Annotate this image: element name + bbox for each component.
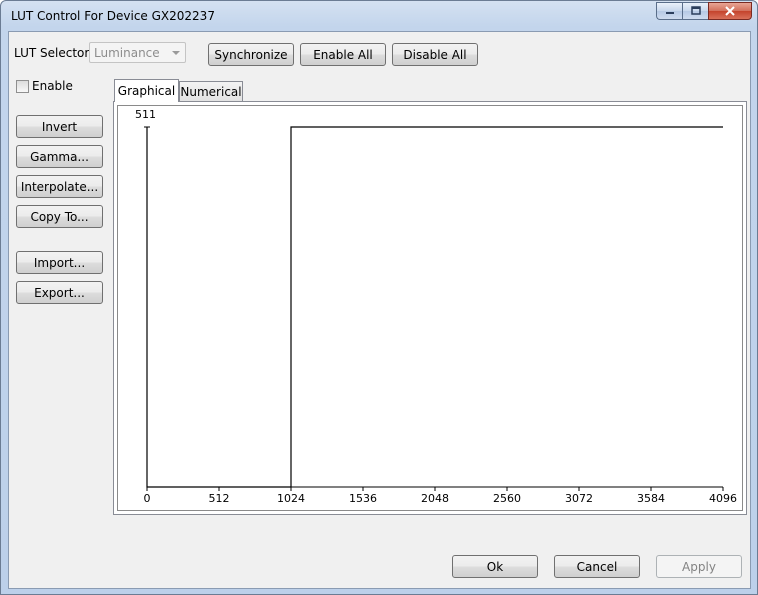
minimize-button[interactable] xyxy=(656,2,682,20)
ok-button[interactable]: Ok xyxy=(452,555,538,578)
enable-checkbox-label: Enable xyxy=(32,79,73,93)
tab-numerical[interactable]: Numerical xyxy=(179,81,243,102)
disable-all-button[interactable]: Disable All xyxy=(392,43,478,66)
caption-buttons xyxy=(656,2,752,22)
lut-selector-value: Luminance xyxy=(94,46,160,60)
interpolate-button[interactable]: Interpolate... xyxy=(16,175,103,198)
x-tick-label: 1024 xyxy=(277,492,305,505)
x-tick-label: 3072 xyxy=(565,492,593,505)
enable-all-button[interactable]: Enable All xyxy=(300,43,386,66)
x-tick-label: 4096 xyxy=(709,492,737,505)
title-bar[interactable]: LUT Control For Device GX202237 xyxy=(1,1,757,31)
invert-button[interactable]: Invert xyxy=(16,115,103,138)
close-button[interactable] xyxy=(708,2,752,20)
chevron-down-icon xyxy=(172,51,180,55)
x-tick-label: 3584 xyxy=(637,492,665,505)
x-tick-label: 1536 xyxy=(349,492,377,505)
x-tick-label: 2560 xyxy=(493,492,521,505)
maximize-button[interactable] xyxy=(682,2,708,20)
lut-chart-svg: 511 0 512 1024 1536 2048 2560 3072 3584 4096 xyxy=(135,108,737,505)
lut-series xyxy=(146,126,723,488)
lut-selector-combo[interactable]: Luminance xyxy=(89,42,186,63)
maximize-icon xyxy=(690,6,701,15)
minimize-icon xyxy=(665,12,674,14)
graphical-tab-panel: 511 0 512 1024 1536 2048 2560 3072 3584 4096 xyxy=(113,101,747,515)
window-title: LUT Control For Device GX202237 xyxy=(11,9,215,23)
synchronize-button[interactable]: Synchronize xyxy=(208,43,294,66)
apply-button[interactable]: Apply xyxy=(656,555,742,578)
y-max-tick-label: 511 xyxy=(135,108,156,121)
export-button[interactable]: Export... xyxy=(16,281,103,304)
dialog-client-area: LUT Selector: Luminance Synchronize Enab… xyxy=(8,31,751,589)
x-tick-label: 512 xyxy=(209,492,230,505)
enable-checkbox[interactable] xyxy=(16,80,29,93)
cancel-button[interactable]: Cancel xyxy=(554,555,640,578)
x-axis-ticks: 0 512 1024 1536 2048 2560 3072 3584 4096 xyxy=(144,126,737,505)
copy-to-button[interactable]: Copy To... xyxy=(16,205,103,228)
x-tick-label: 2048 xyxy=(421,492,449,505)
lut-graph[interactable]: 511 0 512 1024 1536 2048 2560 3072 3584 4096 xyxy=(117,105,743,511)
x-tick-label: 0 xyxy=(144,492,151,505)
gamma-button[interactable]: Gamma... xyxy=(16,145,103,168)
tab-graphical[interactable]: Graphical xyxy=(114,79,179,102)
lut-curve xyxy=(146,126,723,488)
lut-control-window: LUT Control For Device GX202237 LUT Sele… xyxy=(0,0,758,595)
close-icon xyxy=(725,6,735,16)
import-button[interactable]: Import... xyxy=(16,251,103,274)
lut-selector-label: LUT Selector: xyxy=(14,46,94,60)
